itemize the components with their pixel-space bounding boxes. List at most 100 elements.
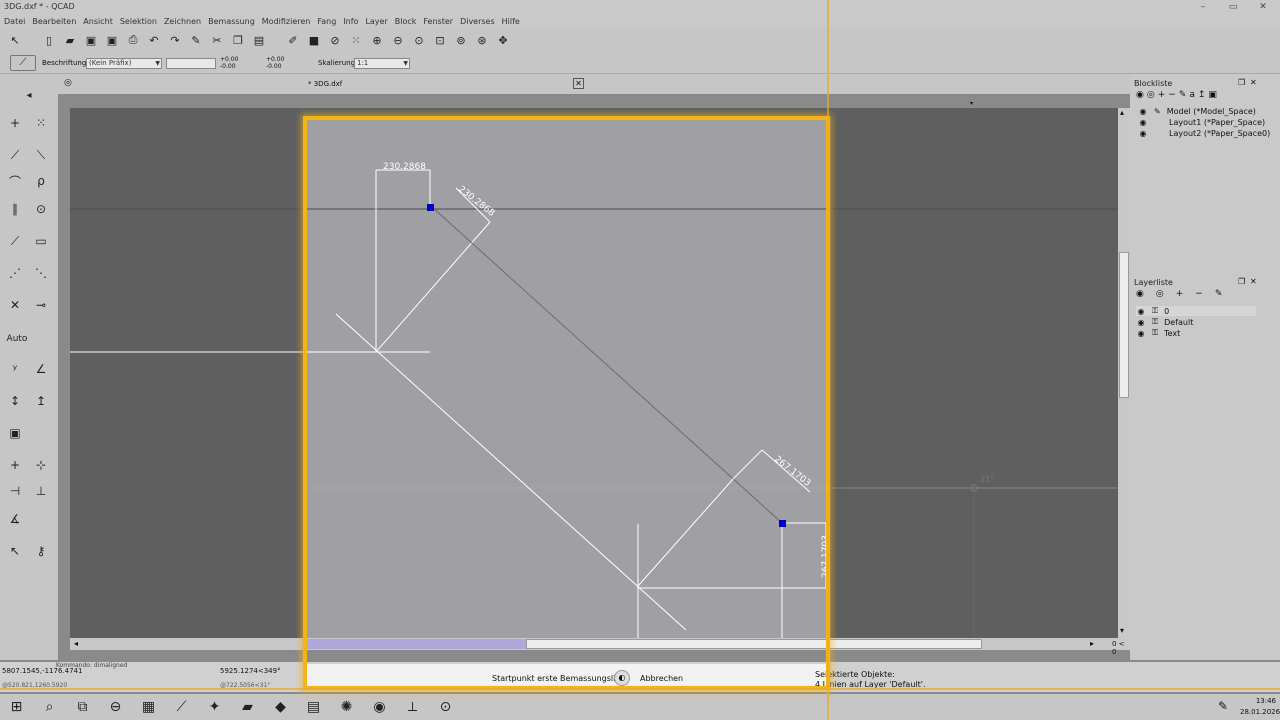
vertical-scrollbar[interactable]: ▴ ▾ bbox=[1118, 108, 1130, 638]
scroll-up-icon[interactable]: ▴ bbox=[1120, 108, 1124, 117]
tolerance-field-1[interactable]: +0.00 -0.00 bbox=[220, 56, 260, 70]
line-tool-icon[interactable]: ⟋ bbox=[4, 144, 26, 166]
eye-icon[interactable]: ◉ bbox=[1136, 90, 1144, 104]
insert-icon[interactable]: ↥ bbox=[1198, 90, 1206, 104]
zoom-out-icon[interactable]: ⊖ bbox=[389, 31, 407, 49]
eye-hidden-icon[interactable]: ◎ bbox=[1156, 289, 1164, 303]
drawing-svg[interactable]: 230.2868 230.2868 267.1703 267.1703 31° bbox=[70, 108, 1130, 638]
menu-diverses[interactable]: Diverses bbox=[460, 17, 495, 26]
key-icon[interactable]: ⚷ bbox=[30, 540, 52, 562]
calculator-icon[interactable]: ▤ bbox=[297, 694, 330, 720]
lock-icon[interactable]: ⚿ bbox=[1152, 317, 1158, 327]
folder-icon[interactable]: ▰ bbox=[231, 694, 264, 720]
close-panel-icon[interactable]: ✕ bbox=[1250, 277, 1257, 286]
eye-hidden-icon[interactable]: ◎ bbox=[1147, 90, 1155, 104]
dimension-text-230-h[interactable]: 230.2868 bbox=[383, 162, 426, 172]
open-folder-icon[interactable]: ▰ bbox=[61, 31, 79, 49]
rectangle-tool-icon[interactable]: ▭ bbox=[30, 230, 52, 252]
info-distance-icon[interactable]: ↕ bbox=[4, 390, 26, 412]
add-icon[interactable]: + bbox=[1158, 90, 1166, 104]
eye-icon[interactable]: ◉ bbox=[1138, 107, 1148, 116]
app-icon[interactable]: ✺ bbox=[330, 694, 363, 720]
float-panel-icon[interactable]: ❐ bbox=[1238, 277, 1245, 286]
search-icon[interactable]: ⌕ bbox=[33, 694, 66, 720]
save-as-icon[interactable]: ▣ bbox=[103, 31, 121, 49]
snap-angle-icon[interactable]: ∡ bbox=[4, 508, 26, 530]
dimension-text-267-v[interactable]: 267.1703 bbox=[821, 535, 831, 578]
prefix-select[interactable]: (Kein Präfix) ▼ bbox=[86, 58, 162, 69]
minimize-button[interactable]: – bbox=[1192, 1, 1214, 13]
coordinates-icon[interactable]: ʸ bbox=[4, 358, 26, 380]
remove-icon[interactable]: − bbox=[1168, 90, 1176, 104]
angle-tool-icon[interactable]: ∠ bbox=[30, 358, 52, 380]
polyline-tool-icon[interactable]: ⟍ bbox=[30, 144, 52, 166]
eye-icon[interactable]: ◉ bbox=[1136, 307, 1146, 316]
save-icon[interactable]: ▣ bbox=[82, 31, 100, 49]
zoom-pan-icon[interactable]: ✥ bbox=[494, 31, 512, 49]
zoom-window-icon[interactable]: ⊡ bbox=[431, 31, 449, 49]
snap-vertical-icon[interactable]: ⊥ bbox=[30, 480, 52, 502]
remove-icon[interactable]: − bbox=[1195, 289, 1203, 303]
eye-icon[interactable]: ◉ bbox=[1138, 129, 1148, 138]
scale-select[interactable]: 1:1 ▼ bbox=[354, 58, 410, 69]
auto-snap-button[interactable]: Auto bbox=[2, 328, 32, 350]
trim-tool-icon[interactable]: ⊸ bbox=[30, 294, 52, 316]
eye-icon[interactable]: ◉ bbox=[1136, 318, 1146, 327]
task-view-icon[interactable]: ⧉ bbox=[66, 694, 99, 720]
draw-pen-icon[interactable]: ✐ bbox=[284, 31, 302, 49]
list-item[interactable]: ◉ ⚿ Text bbox=[1136, 328, 1181, 338]
app-icon[interactable]: ⟋ bbox=[165, 694, 198, 720]
app-icon[interactable]: ✦ bbox=[198, 694, 231, 720]
scroll-thumb[interactable] bbox=[1119, 252, 1129, 398]
back-button[interactable]: ◂ bbox=[18, 84, 40, 106]
paste-icon[interactable]: ▤ bbox=[250, 31, 268, 49]
app-icon[interactable]: ⟂ bbox=[396, 694, 429, 720]
print-icon[interactable]: ⎙ bbox=[124, 31, 142, 49]
parallel-tool-icon[interactable]: ∥ bbox=[4, 198, 26, 220]
snap-free-icon[interactable]: + bbox=[4, 454, 26, 476]
app-icon[interactable]: ◆ bbox=[264, 694, 297, 720]
menu-layer[interactable]: Layer bbox=[365, 17, 387, 26]
list-item[interactable]: ◉ ✎ Model (*Model_Space) bbox=[1138, 107, 1256, 116]
add-icon[interactable]: + bbox=[1176, 289, 1184, 303]
lock-icon[interactable]: ⚿ bbox=[1152, 306, 1158, 316]
grip-point[interactable] bbox=[427, 204, 434, 211]
spline-tool-icon[interactable]: ρ bbox=[30, 170, 52, 192]
list-item[interactable]: ◉ ⚿ 0 bbox=[1136, 306, 1256, 316]
redo-icon[interactable]: ↷ bbox=[166, 31, 184, 49]
pointer-icon[interactable]: ↖ bbox=[6, 31, 24, 49]
undo-icon[interactable]: ↶ bbox=[145, 31, 163, 49]
list-item[interactable]: ◉ Layout1 (*Paper_Space) bbox=[1138, 118, 1266, 127]
eye-icon[interactable]: ◉ bbox=[1136, 329, 1146, 338]
arc-tool-icon[interactable]: ⌒ bbox=[4, 170, 26, 192]
modify-tool-icon[interactable]: ✕ bbox=[4, 294, 26, 316]
pen-tray-icon[interactable]: ✎ bbox=[1218, 699, 1228, 713]
point-tool-icon[interactable]: + bbox=[4, 112, 26, 134]
menu-datei[interactable]: Datei bbox=[4, 17, 25, 26]
tolerance-field-2[interactable]: +0.00 -0.00 bbox=[266, 56, 312, 70]
menu-ansicht[interactable]: Ansicht bbox=[83, 17, 113, 26]
menu-bemassung[interactable]: Bemassung bbox=[208, 17, 255, 26]
scroll-down-icon[interactable]: ▾ bbox=[1120, 626, 1124, 635]
menu-modifizieren[interactable]: Modifizieren bbox=[262, 17, 311, 26]
pen-icon[interactable]: ✎ bbox=[187, 31, 205, 49]
document-tab[interactable]: * 3DG.dxf bbox=[308, 80, 342, 88]
cut-icon[interactable]: ✂ bbox=[208, 31, 226, 49]
edit-icon[interactable]: ✎ bbox=[1215, 289, 1223, 303]
zoom-selection-icon[interactable]: ⊛ bbox=[473, 31, 491, 49]
grid-points-icon[interactable]: ⁙ bbox=[30, 112, 52, 134]
scroll-thumb[interactable] bbox=[526, 639, 982, 649]
snap-horizontal-icon[interactable]: ⊣ bbox=[4, 480, 26, 502]
menu-fenster[interactable]: Fenster bbox=[423, 17, 453, 26]
layer-tool-icon[interactable]: ▣ bbox=[4, 422, 26, 444]
hatch-tool-icon[interactable]: ⋰ bbox=[4, 262, 26, 284]
list-item[interactable]: ◉ Layout2 (*Paper_Space0) bbox=[1138, 129, 1271, 138]
menu-hilfe[interactable]: Hilfe bbox=[502, 17, 520, 26]
menu-block[interactable]: Block bbox=[395, 17, 417, 26]
save-block-icon[interactable]: ▣ bbox=[1208, 90, 1217, 104]
no-entry-icon[interactable]: ⊘ bbox=[326, 31, 344, 49]
menu-zeichnen[interactable]: Zeichnen bbox=[164, 17, 201, 26]
scroll-left-icon[interactable]: ◂ bbox=[74, 639, 78, 648]
dimension-tool-icon[interactable]: ⟋ bbox=[10, 55, 36, 71]
color-fill-icon[interactable]: ■ bbox=[305, 31, 323, 49]
